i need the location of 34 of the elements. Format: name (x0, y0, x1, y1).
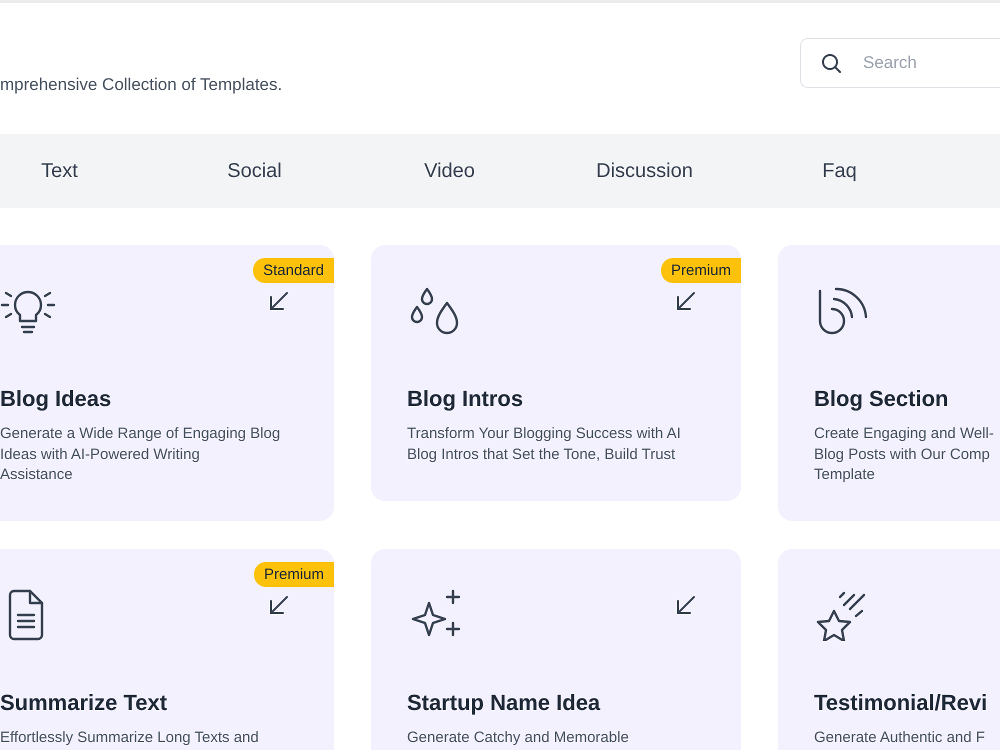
card-description: Generate Catchy and Memorable (407, 728, 630, 748)
search-icon (821, 53, 841, 73)
template-card[interactable]: Blog Section Create Engaging and Well- Blog Posts with Our Comp Template (778, 245, 1000, 521)
card-description: Transform Your Blogging Success with AI Blog Intros that Set the Tone, Build Trust (407, 424, 682, 464)
plan-badge: Premium (660, 258, 741, 283)
arrow-down-left-icon[interactable] (268, 290, 290, 312)
template-card[interactable]: Premium Summarize Text Effortlessly Summarize Long Texts and (0, 549, 334, 750)
card-title: Blog Ideas (0, 386, 112, 412)
card-title: Testimonial/Revi (814, 690, 988, 716)
category-tab[interactable]: Social (157, 134, 352, 208)
search-field[interactable]: Search (800, 38, 1000, 88)
card-title: Summarize Text (0, 690, 168, 716)
page-subtitle: mprehensive Collection of Templates. (0, 75, 282, 95)
plan-badge: Standard (253, 258, 334, 283)
arrow-down-left-icon[interactable] (675, 594, 697, 616)
search-input[interactable]: Search (861, 52, 985, 74)
template-card[interactable]: Testimonial/Revi Generate Authentic and F (778, 549, 1000, 750)
category-tab[interactable]: Faq (742, 134, 937, 208)
card-title: Blog Section (814, 386, 950, 412)
category-tab[interactable]: Video (352, 134, 547, 208)
template-card[interactable]: Standard Blog Ideas Generate a Wide Range of Engaging Blog Ideas with AI-Powered Writing Assistance (0, 245, 334, 521)
card-title: Startup Name Idea (407, 690, 602, 716)
card-description: Generate Authentic and F (814, 728, 986, 748)
plan-badge: Premium (254, 562, 334, 587)
arrow-down-left-icon[interactable] (268, 594, 290, 616)
category-tab[interactable]: Discussion (547, 134, 742, 208)
card-description: Effortlessly Summarize Long Texts and (0, 728, 260, 748)
card-description: Create Engaging and Well- Blog Posts with Our Comp Template (814, 424, 995, 485)
card-title: Blog Intros (407, 386, 524, 412)
card-description: Generate a Wide Range of Engaging Blog Ideas with AI-Powered Writing Assistance (0, 424, 282, 485)
arrow-down-left-icon[interactable] (675, 290, 697, 312)
template-card[interactable]: Premium Blog Intros Transform Your Blogging Success with AI Blog Intros that Set the Tone, Build Trust (371, 245, 741, 501)
category-tab[interactable]: Text (0, 134, 157, 208)
template-card[interactable]: Startup Name Idea Generate Catchy and Memorable (371, 549, 741, 750)
